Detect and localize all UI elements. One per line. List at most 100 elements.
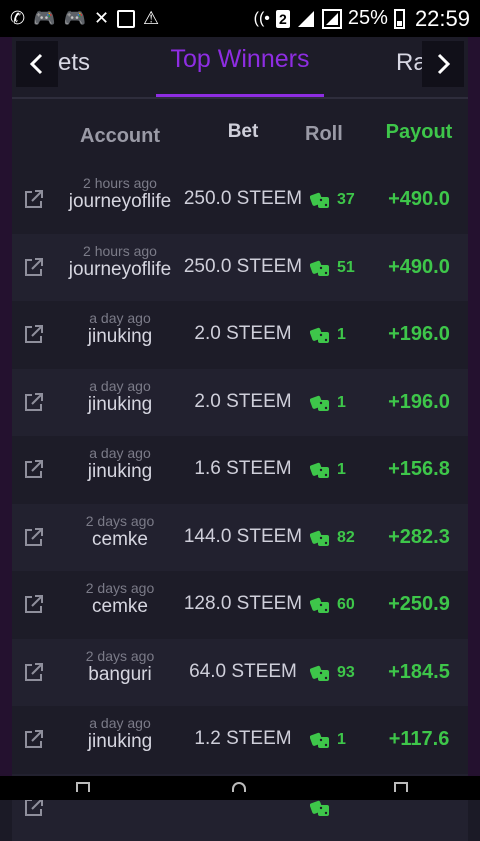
table-header: Account Bet Roll Payout <box>12 99 468 166</box>
external-link-icon[interactable] <box>23 188 45 210</box>
payout-amount: +490.0 <box>374 188 464 211</box>
recent-apps-button[interactable] <box>76 782 90 792</box>
external-link-icon[interactable] <box>23 526 45 548</box>
status-bar: ✆ 🎮 🎮 ✕ ⚠ ((• 2 25% 22:59 <box>0 0 480 37</box>
column-header-payout: Payout <box>374 121 464 144</box>
right-gutter <box>468 37 480 800</box>
payout-amount: +490.0 <box>374 256 464 279</box>
account-name[interactable]: banguri <box>66 664 174 686</box>
bet-amount: 250.0 STEEM <box>182 256 304 278</box>
column-header-account: Account <box>66 125 174 148</box>
table-row: 2 hours ago journeyoflife 250.0 STEEM 37… <box>12 166 468 234</box>
external-link-icon[interactable] <box>23 458 45 480</box>
account-name[interactable]: jinuking <box>66 326 174 348</box>
roll-value: 1 <box>337 461 346 479</box>
battery-icon <box>394 9 405 29</box>
table-row: a day ago jinuking 1.2 STEEM 1 +117.6 <box>12 706 468 774</box>
bet-time: 2 hours ago <box>66 175 174 191</box>
tab-bar: ets Top Winners Ra <box>12 37 468 97</box>
left-gutter <box>0 37 12 800</box>
game-controller-icon: 🎮 <box>64 8 86 29</box>
roll-cell: 1 <box>310 393 346 413</box>
account-name[interactable]: jinuking <box>66 461 174 483</box>
navigation-bar <box>0 776 480 800</box>
dice-icon <box>310 258 330 278</box>
bet-time: 2 days ago <box>66 648 174 664</box>
roll-value: 37 <box>337 191 355 209</box>
payout-amount: +156.8 <box>374 458 464 481</box>
bet-amount: 1.6 STEEM <box>182 458 304 480</box>
bet-time: 2 days ago <box>66 580 174 596</box>
roll-value: 60 <box>337 596 355 614</box>
roll-value: 82 <box>337 529 355 547</box>
external-link-icon[interactable] <box>23 256 45 278</box>
account-name[interactable]: jinuking <box>66 394 174 416</box>
table-row: a day ago jinuking 2.0 STEEM 1 +196.0 <box>12 301 468 369</box>
dice-icon <box>310 393 330 413</box>
roll-cell: 93 <box>310 663 355 683</box>
bet-time: 2 days ago <box>66 513 174 529</box>
table-row: 2 days ago cemke 128.0 STEEM 60 +250.9 <box>12 571 468 639</box>
bet-amount: 2.0 STEEM <box>182 391 304 413</box>
roll-value: 1 <box>337 394 346 412</box>
dice-icon <box>310 325 330 345</box>
bet-time: a day ago <box>66 715 174 731</box>
table-row: a day ago jinuking 1.6 STEEM 1 +156.8 <box>12 436 468 504</box>
game-controller-icon: 🎮 <box>33 8 55 29</box>
roll-value: 93 <box>337 664 355 682</box>
table-row: 2 hours ago journeyoflife 250.0 STEEM 51… <box>12 234 468 302</box>
account-name[interactable]: journeyoflife <box>66 191 174 213</box>
bet-amount: 64.0 STEEM <box>182 661 304 683</box>
chevron-left-icon <box>27 52 47 76</box>
account-name[interactable]: journeyoflife <box>66 259 174 281</box>
account-name[interactable]: jinuking <box>66 731 174 753</box>
clock: 22:59 <box>415 6 470 32</box>
whatsapp-icon: ✆ <box>10 8 25 29</box>
account-name[interactable]: cemke <box>66 529 174 551</box>
dice-icon <box>310 460 330 480</box>
payout-amount: +117.6 <box>374 728 464 751</box>
roll-cell: 37 <box>310 190 355 210</box>
roll-value: 51 <box>337 259 355 277</box>
roll-cell: 1 <box>310 460 346 480</box>
dice-icon <box>310 798 330 818</box>
signal-icon <box>322 9 342 29</box>
clipboard-icon <box>117 10 135 28</box>
dice-icon <box>310 528 330 548</box>
roll-value: 1 <box>337 326 346 344</box>
table-row: 2 days ago cemke 144.0 STEEM 82 +282.3 <box>12 504 468 572</box>
external-link-icon[interactable] <box>23 323 45 345</box>
payout-amount: +282.3 <box>374 526 464 549</box>
chevron-right-icon <box>433 52 453 76</box>
payout-amount: +196.0 <box>374 323 464 346</box>
account-name[interactable]: cemke <box>66 596 174 618</box>
wifi-icon: ((• <box>254 10 270 28</box>
payout-amount: +196.0 <box>374 391 464 414</box>
bet-amount: 1.2 STEEM <box>182 728 304 750</box>
signal-icon <box>296 9 316 29</box>
external-link-icon[interactable] <box>23 593 45 615</box>
home-button[interactable] <box>232 782 246 792</box>
payout-amount: +184.5 <box>374 661 464 684</box>
column-header-bet: Bet <box>185 121 301 143</box>
warning-icon: ⚠ <box>143 8 159 29</box>
column-header-roll: Roll <box>305 123 369 146</box>
external-link-icon[interactable] <box>23 661 45 683</box>
next-tab-button[interactable] <box>422 41 464 87</box>
bet-time: a day ago <box>66 445 174 461</box>
dice-icon <box>310 730 330 750</box>
roll-cell: 1 <box>310 325 346 345</box>
back-button[interactable] <box>394 782 408 792</box>
roll-cell: 60 <box>310 595 355 615</box>
previous-tab-button[interactable] <box>16 41 58 87</box>
roll-cell: 82 <box>310 528 355 548</box>
system-icons: ((• 2 25% 22:59 <box>254 6 470 32</box>
dice-icon <box>310 190 330 210</box>
bet-amount: 128.0 STEEM <box>182 593 304 615</box>
bet-time: a day ago <box>66 378 174 394</box>
external-link-icon[interactable] <box>23 391 45 413</box>
dice-icon <box>310 663 330 683</box>
sim-badge: 2 <box>276 10 290 28</box>
roll-cell: 51 <box>310 258 355 278</box>
external-link-icon[interactable] <box>23 728 45 750</box>
